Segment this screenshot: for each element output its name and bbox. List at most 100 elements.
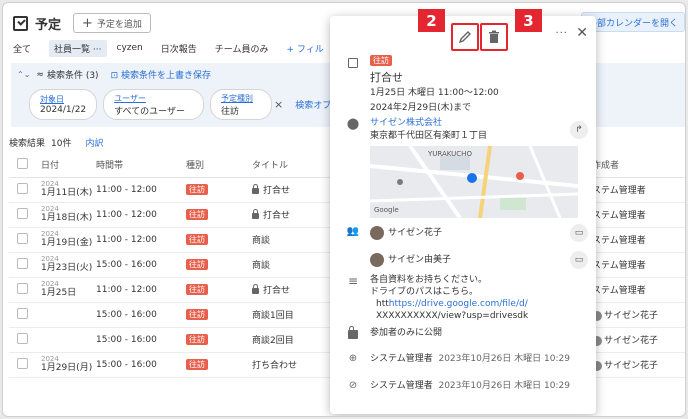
event-datetime: 1月25日 木曜日 11:00～12:00 — [370, 88, 499, 98]
add-filter-button[interactable]: + フィル — [287, 42, 324, 55]
col-type[interactable]: 種別 — [186, 153, 252, 178]
row-time: 15:00 - 16:00 — [96, 302, 186, 328]
tab-daily-report[interactable]: 日次報告 — [161, 42, 197, 55]
created-icon: ⊕ — [348, 353, 358, 364]
location-row: ⬤ サイゼン株式会社 東京都千代田区有楽町１丁目 — [346, 117, 487, 143]
more-icon[interactable]: ··· — [555, 28, 568, 39]
calendar-check-icon — [13, 15, 28, 31]
collapse-toggle-icon[interactable]: ⌃⌄ — [17, 70, 30, 79]
row-creator: ステム管理者 — [592, 261, 646, 271]
filter-icon: ≈ — [36, 69, 44, 80]
type-badge: 往訪 — [186, 259, 208, 270]
tab-employee-list[interactable]: 社員一覧 ··· — [49, 39, 107, 57]
overwrite-save-link[interactable]: ⊡ 検索条件を上書き保存 — [111, 68, 211, 81]
row-title: 打合せ — [263, 286, 291, 296]
breakdown-link[interactable]: 内訳 — [85, 136, 103, 149]
results-summary: 検索結果 10件 内訳 — [9, 136, 103, 149]
row-time: 11:00 - 12:00 — [96, 202, 186, 228]
open-external-calendar-button[interactable]: 外部カレンダーを開く — [581, 12, 685, 32]
row-checkbox[interactable] — [17, 282, 28, 294]
tab-cyzen[interactable]: cyzen — [117, 43, 143, 53]
row-checkbox[interactable] — [17, 207, 28, 219]
type-badge: 往訪 — [186, 284, 208, 295]
type-badge: 往訪 — [186, 234, 208, 245]
type-chip[interactable]: 予定種別 往訪 — [210, 89, 272, 120]
lock-icon — [252, 284, 259, 294]
app-window: 予定 + 予定を追加 外部カレンダーを開く 全て 社員一覧 ··· cyzen 日… — [2, 2, 686, 417]
message-button[interactable]: ▭ — [570, 224, 588, 242]
row-date: 1月25日 — [41, 288, 77, 298]
row-checkbox[interactable] — [17, 182, 28, 194]
callout-3: 3 — [515, 9, 542, 32]
row-title: 商談 — [252, 261, 271, 271]
type-badge: 往訪 — [370, 55, 392, 66]
row-year: 2024 — [41, 205, 59, 213]
location-map[interactable]: YURAKUCHO Google — [370, 146, 578, 218]
created-row: ⊕ システム管理者 2023年10月26日 木曜日 10:29 — [346, 353, 570, 366]
lock-icon — [346, 326, 360, 340]
row-checkbox[interactable] — [17, 332, 28, 344]
type-badge: 往訪 — [186, 184, 208, 195]
row-checkbox[interactable] — [17, 357, 28, 369]
delete-button[interactable] — [480, 23, 508, 51]
visibility-row: 参加者のみに公開 — [346, 326, 442, 340]
page-title: 予定 — [35, 17, 62, 33]
col-creator[interactable]: 作成者 — [592, 153, 685, 178]
plus-icon: + — [82, 15, 93, 31]
row-creator: ステム管理者 — [592, 236, 646, 246]
participant-name: サイゼン花子 — [388, 227, 443, 238]
row-title: 打合せ — [263, 186, 291, 196]
location-pin-icon: ⬤ — [346, 117, 360, 130]
row-date: 1月11日(木) — [41, 188, 93, 198]
row-time: 15:00 - 16:00 — [96, 327, 186, 353]
row-creator: ステム管理者 — [592, 211, 646, 221]
updated-row: ⊘ システム管理者 2023年10月26日 木曜日 10:29 — [346, 380, 570, 393]
participant-row-1: 👥 サイゼン花子 — [346, 226, 442, 240]
tab-team-only[interactable]: チーム員のみ — [215, 42, 269, 55]
updated-icon: ⊘ — [348, 380, 358, 391]
add-schedule-button[interactable]: + 予定を追加 — [73, 13, 151, 33]
participant-row-2: サイゼン由美子 — [346, 253, 451, 267]
row-year: 2024 — [41, 255, 59, 263]
edit-button[interactable] — [451, 23, 479, 51]
clear-type-icon[interactable]: × — [274, 98, 283, 111]
address: 東京都千代田区有楽町１丁目 — [370, 131, 488, 141]
row-checkbox[interactable] — [17, 232, 28, 244]
drive-link[interactable]: https://drive.google.com/file/d/ — [389, 299, 528, 309]
event-title: 打合せ — [370, 71, 403, 84]
map-logo: Google — [374, 206, 399, 214]
people-icon: 👥 — [346, 226, 360, 237]
row-date: 1月29日(月) — [41, 363, 93, 373]
row-date: 1月23日(火) — [41, 263, 93, 273]
row-creator: サイゼン花子 — [604, 336, 659, 346]
col-time[interactable]: 時間帯 — [96, 153, 186, 178]
row-title: 商談1回目 — [252, 311, 294, 321]
schedule-detail-popup: ··· ✕ 2 3 往訪 打合せ 1月25日 木曜日 11:00～12:00 2… — [330, 9, 596, 414]
calendar-icon — [348, 58, 358, 68]
type-badge: 往訪 — [186, 334, 208, 345]
row-date: 1月19日(金) — [41, 238, 93, 248]
date-chip[interactable]: 対象日 2024/1/22 — [29, 89, 98, 120]
select-all-checkbox[interactable] — [17, 157, 28, 169]
memo-row: ≡ 各自資料をお持ちください。 ドライブのパスはこちら。 htthttps://… — [347, 274, 529, 321]
row-time: 11:00 - 12:00 — [96, 227, 186, 253]
company-link[interactable]: サイゼン株式会社 — [370, 117, 487, 130]
row-checkbox[interactable] — [17, 307, 28, 319]
close-icon[interactable]: ✕ — [576, 25, 588, 41]
participant-name: サイゼン由美子 — [388, 254, 452, 265]
tab-all[interactable]: 全て — [13, 42, 31, 55]
type-badge: 往訪 — [186, 359, 208, 370]
row-time: 11:00 - 12:00 — [96, 277, 186, 303]
col-date[interactable]: 日付 — [41, 153, 96, 178]
row-checkbox[interactable] — [17, 257, 28, 269]
lock-icon — [252, 184, 259, 194]
row-creator: サイゼン花子 — [604, 361, 659, 371]
directions-button[interactable]: ↱ — [570, 121, 588, 139]
event-repeat: 2024年2月29日(木)まで — [370, 103, 472, 113]
user-chip[interactable]: ユーザー すべてのユーザー — [103, 89, 204, 120]
row-creator: ステム管理者 — [592, 186, 646, 196]
trash-icon — [489, 30, 499, 43]
message-button[interactable]: ▭ — [570, 251, 588, 269]
notes-icon: ≡ — [347, 274, 359, 288]
callout-2: 2 — [418, 9, 445, 32]
